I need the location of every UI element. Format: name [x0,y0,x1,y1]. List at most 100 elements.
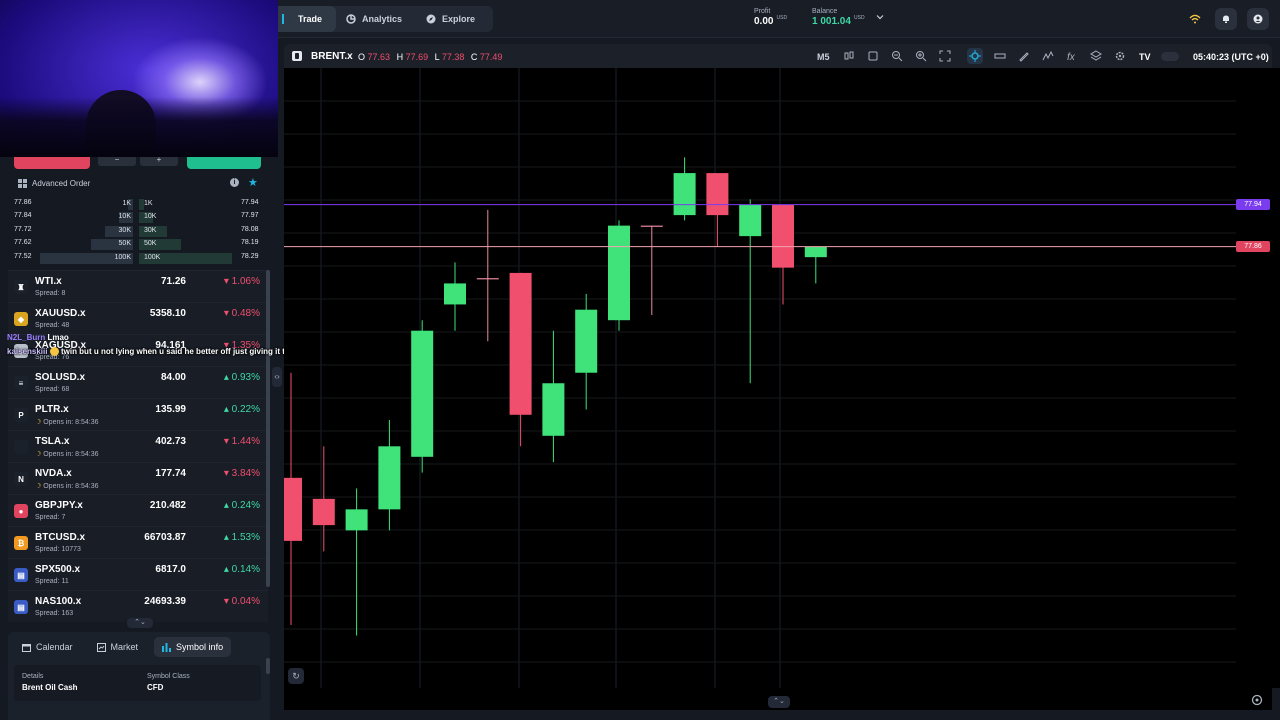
info-tabs: Calendar Market Symbol info [14,637,232,657]
bid-quantity[interactable]: 50K [40,238,133,251]
chart-symbol[interactable]: BRENT.x [311,51,353,62]
watchlist-item[interactable]: ♜ WTI.x Spread: 8 71.26 ▾ 1.06% [8,270,268,302]
trade-icon [282,14,292,24]
tab-symbol-info[interactable]: Symbol info [154,637,232,657]
bid-quantity[interactable]: 100K [40,252,133,264]
theme-toggle[interactable] [1161,52,1179,61]
info-icon[interactable]: i [230,178,239,187]
crosshair-icon[interactable] [967,48,983,64]
bid-quantity[interactable]: 30K [40,225,133,237]
candle-body [312,498,335,526]
candle-body [284,477,302,541]
left-panel: − + Advanced Order i ★ 77.86 1K 1K 77.94 77.… [8,156,270,628]
chart-settings-icon[interactable] [1251,694,1263,706]
depth-row: 77.72 30K 30K 78.08 [8,224,270,237]
bid-quantity[interactable]: 10K [40,211,133,224]
tab-explore[interactable]: Explore [416,6,489,32]
symbol-change-value: 1.06% [231,276,260,287]
chevron-down-icon[interactable] [876,13,884,21]
watchlist-item[interactable]: P PLTR.x ☽ Opens in: 8:54:36 135.99 ▴ 0.22% [8,398,268,430]
ask-quantity[interactable]: 1K [139,198,232,210]
candle-body [706,173,729,216]
chart-toolbar: BRENT.x O 77.63 H 77.69 L 77.38 C 77.49 … [284,44,1272,68]
watchlist-item[interactable]: ◆ XAUUSD.x Spread: 48 5358.10 ▾ 0.48% [8,302,268,334]
tab-calendar[interactable]: Calendar [14,637,81,657]
fx-icon[interactable]: fx [1064,48,1080,64]
symbol-subtitle-text: Opens in: 8:54:36 [43,419,99,426]
ask-quantity[interactable]: 50K [139,238,232,251]
watchlist-item[interactable]: N NVDA.x ☽ Opens in: 8:54:36 177.74 ▾ 3.84% [8,462,268,494]
bid-price: 77.52 [14,252,32,260]
tab-trade[interactable]: Trade [272,6,337,32]
sell-button[interactable] [14,157,90,169]
symbol-subtitle-text: Opens in: 8:54:36 [43,483,99,490]
symbol-info-icon [162,642,172,652]
ask-quantity[interactable]: 10K [139,211,232,224]
ask-quantity-value: 50K [144,240,157,248]
details-label: Details [22,673,44,680]
quantity-decrease-button[interactable]: − [98,156,136,166]
watchlist-item[interactable]: ≡ SOLUSD.x Spread: 68 84.00 ▴ 0.93% [8,366,268,398]
balance-display[interactable]: Balance 1 001.04 USD [812,8,865,27]
ask-quantity[interactable]: 100K [139,252,232,264]
timeframe-selector[interactable]: M5 [817,52,830,62]
watchlist-item[interactable]: ₿ BTCUSD.x Spread: 10773 66703.87 ▴ 1.53% [8,526,268,558]
depth-row: 77.52 100K 100K 78.29 [8,251,270,264]
symbol-subtitle: Spread: 10773 [35,546,81,553]
balance-currency: USD [854,15,865,21]
chat-message: N2L_Burn Lmao [7,333,69,342]
zoom-in-icon[interactable] [913,48,929,64]
watchlist-item[interactable]: TSLA.x ☽ Opens in: 8:54:36 402.73 ▾ 1.44% [8,430,268,462]
horizontal-line-icon[interactable] [992,48,1008,64]
quantity-increase-button[interactable]: + [140,156,178,166]
arrow-down-icon: ▾ [223,436,232,447]
chat-text: twin but u not lying when u said he bett… [60,347,304,356]
gold-icon: ◆ [14,312,28,326]
layers-icon[interactable] [1088,48,1104,64]
reset-chart-button[interactable]: ↻ [288,668,304,684]
settings-icon[interactable] [1112,48,1128,64]
close-value: 77.49 [479,52,503,62]
tab-market-label: Market [110,642,139,652]
symbol-change: ▴ 0.22% [224,404,260,415]
info-scrollbar[interactable] [266,658,270,674]
oil-icon: ♜ [14,280,28,294]
ask-quantity-value: 10K [144,213,157,221]
flag-icon: ● [14,504,28,518]
tradingview-icon[interactable]: TV [1137,48,1153,64]
bid-quantity[interactable]: 1K [40,198,133,210]
rectangle-icon[interactable] [865,48,881,64]
ask-quantity[interactable]: 30K [139,225,232,237]
symbol-change-value: 0.14% [231,564,260,575]
symbol-subtitle: ☽ Opens in: 8:54:36 [35,418,99,426]
price-chart[interactable] [284,68,1240,688]
buy-button[interactable] [187,157,261,169]
advanced-order-title: Advanced Order [32,178,91,188]
tab-analytics-label: Analytics [362,14,403,24]
high-value: 77.69 [405,52,429,62]
watchlist-scrollbar[interactable] [266,270,270,587]
scroll-to-latest-button[interactable]: ⌃⌄ [768,696,790,708]
symbol-change-value: 0.04% [231,596,260,607]
star-icon[interactable]: ★ [248,176,258,189]
candles-icon[interactable] [841,48,857,64]
indicator-icon[interactable] [1040,48,1056,64]
user-icon[interactable] [1247,8,1269,30]
panel-resize-handle[interactable]: ‹› [272,367,282,387]
bell-icon[interactable] [1215,8,1237,30]
bid-quantity-value: 50K [118,240,131,248]
watchlist-item[interactable]: ● GBPJPY.x Spread: 7 210.482 ▴ 0.24% [8,494,268,526]
price-axis[interactable]: 77.94 77.86 [1236,68,1280,688]
zoom-out-icon[interactable] [889,48,905,64]
watchlist-item[interactable]: ▤ SPX500.x Spread: 11 6817.0 ▴ 0.14% [8,558,268,590]
svg-text:TV: TV [1139,52,1151,62]
tab-analytics[interactable]: Analytics [336,6,416,32]
fullscreen-icon[interactable] [937,48,953,64]
symbol-class-value: CFD [147,683,164,692]
tab-calendar-label: Calendar [36,642,73,652]
collapse-handle[interactable]: ⌃⌄ [127,618,153,628]
pencil-icon[interactable] [1016,48,1032,64]
advanced-order-header[interactable]: Advanced Order i ★ [8,173,270,193]
symbol-subtitle: Spread: 68 [35,386,69,393]
tab-market[interactable]: Market [89,637,147,657]
